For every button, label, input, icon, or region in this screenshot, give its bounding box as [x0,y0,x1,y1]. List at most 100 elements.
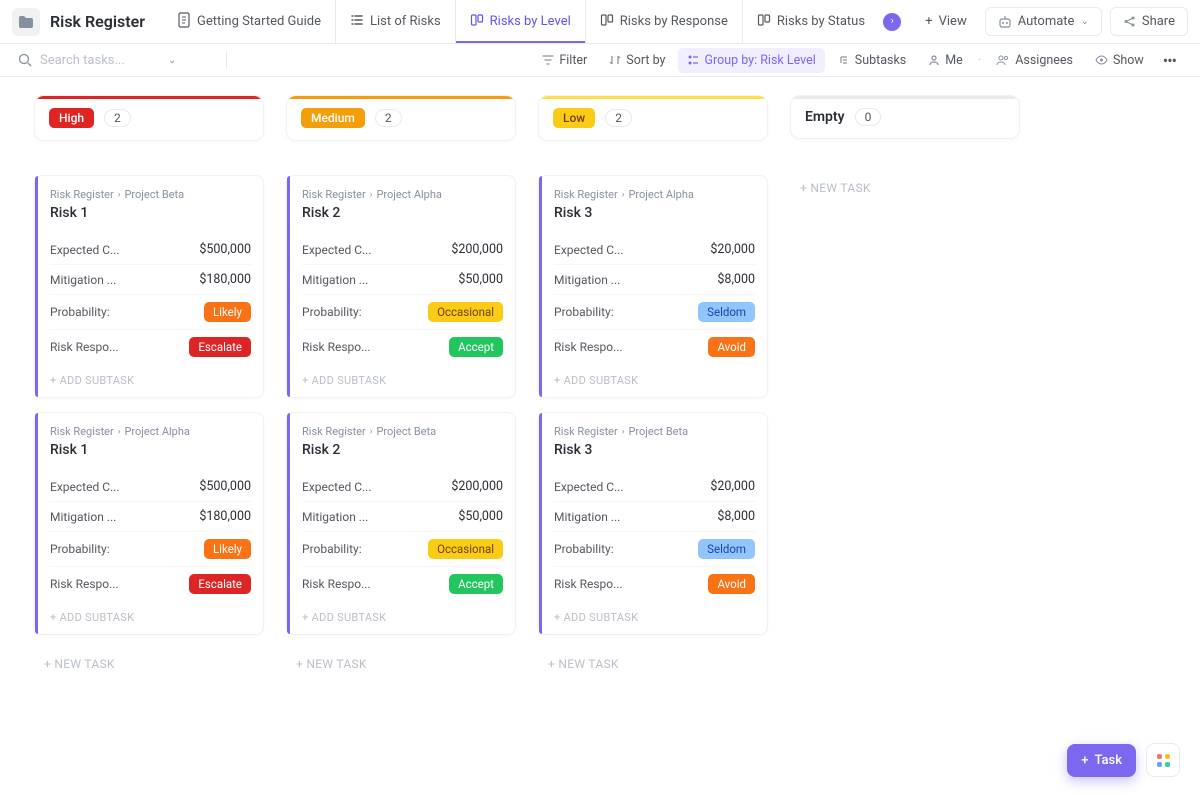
response-tag[interactable]: Avoid [708,574,755,594]
filter-button[interactable]: Filter [533,48,596,73]
field-expected-cost: Expected C...$500,000 [50,235,251,265]
group-by-button[interactable]: Group by: Risk Level [678,48,824,73]
new-task-button[interactable]: + NEW TASK [538,649,768,679]
share-icon [1123,15,1136,28]
add-view-label: View [939,14,967,29]
add-subtask-button[interactable]: + ADD SUBTASK [38,364,263,397]
status-pill: Medium [301,108,365,128]
probability-tag[interactable]: Occasional [428,302,503,322]
field-expected-cost: Expected C...$200,000 [302,235,503,265]
column-header[interactable]: High2 [34,95,264,141]
probability-tag[interactable]: Seldom [698,539,755,559]
status-label: Empty [805,109,845,125]
search-icon [18,53,32,67]
probability-tag[interactable]: Seldom [698,302,755,322]
view-tab-risks-by-response[interactable]: Risks by Response [585,0,742,43]
task-card[interactable]: Risk Register›Project AlphaRisk 3Expecte… [538,175,768,398]
breadcrumb[interactable]: Risk Register›Project Beta [302,425,503,438]
field-response: Risk Respo...Accept [302,330,503,364]
task-card[interactable]: Risk Register›Project AlphaRisk 1Expecte… [34,412,264,635]
add-subtask-button[interactable]: + ADD SUBTASK [290,601,515,634]
field-probability: Probability:Likely [50,295,251,330]
automate-label: Automate [1018,14,1075,29]
show-button[interactable]: Show [1086,48,1153,73]
add-view-button[interactable]: + View [915,8,977,35]
response-tag[interactable]: Avoid [708,337,755,357]
chevron-down-icon[interactable]: ⌄ [168,55,176,66]
status-pill: Low [553,108,595,128]
view-tab-list-of-risks[interactable]: List of Risks [335,0,455,43]
apps-button[interactable] [1146,743,1180,777]
view-tab-risks-by-status[interactable]: Risks by Status [742,0,877,43]
add-subtask-button[interactable]: + ADD SUBTASK [290,364,515,397]
field-mitigation: Mitigation ...$8,000 [554,502,755,532]
add-subtask-button[interactable]: + ADD SUBTASK [38,601,263,634]
me-button[interactable]: Me [919,48,972,73]
board-icon [757,13,771,31]
probability-tag[interactable]: Likely [204,539,251,559]
views-list: Getting Started Guide List of Risks Risks … [163,0,877,43]
column-high: High2Risk Register›Project BetaRisk 1Exp… [34,95,264,777]
subtasks-button[interactable]: Subtasks [829,48,915,73]
count-badge: 2 [104,109,131,127]
assignees-button[interactable]: Assignees [987,48,1082,73]
column-low: Low2 Risk Register›Project AlphaRisk 3Exp… [538,95,768,777]
task-card[interactable]: Risk Register›Project BetaRisk 1Expected… [34,175,264,398]
share-button[interactable]: Share [1110,7,1188,36]
breadcrumb[interactable]: Risk Register›Project Beta [50,188,251,201]
fab-task-label: Task [1094,753,1122,768]
field-mitigation: Mitigation ...$180,000 [50,502,251,532]
card-title: Risk 2 [302,205,503,221]
breadcrumb[interactable]: Risk Register›Project Beta [554,425,755,438]
apps-icon [1157,754,1170,767]
view-tab-label: List of Risks [370,14,441,29]
add-subtask-button[interactable]: + ADD SUBTASK [542,364,767,397]
probability-tag[interactable]: Likely [204,302,251,322]
field-response: Risk Respo...Avoid [554,330,755,364]
add-subtask-button[interactable]: + ADD SUBTASK [542,601,767,634]
task-card[interactable]: Risk Register›Project Alpha Risk 2 Expecte… [286,175,516,398]
field-probability: Probability:Occasional [302,295,503,330]
breadcrumb[interactable]: Risk Register›Project Alpha [302,188,503,201]
page-title[interactable]: Risk Register [50,12,145,31]
top-right-actions: + View Automate ⌄ Share [915,7,1188,36]
task-card[interactable]: Risk Register›Project BetaRisk 3Expected… [538,412,768,635]
response-tag[interactable]: Accept [449,574,503,594]
breadcrumb[interactable]: Risk Register›Project Alpha [50,425,251,438]
group-by-label: Group by: Risk Level [704,53,815,68]
folder-icon[interactable] [12,8,40,36]
count-badge: 2 [375,109,402,127]
new-task-button[interactable]: + NEW TASK [34,649,264,679]
response-tag[interactable]: Escalate [189,337,251,357]
search-input[interactable] [40,53,160,68]
view-tab-risks-by-level[interactable]: Risks by Level [455,0,585,43]
card-title: Risk 1 [50,442,251,458]
response-tag[interactable]: Escalate [189,574,251,594]
new-task-button[interactable]: + NEW TASK [790,173,1020,203]
card-title: Risk 2 [302,442,503,458]
field-response: Risk Respo...Escalate [50,330,251,364]
automate-button[interactable]: Automate ⌄ [985,7,1102,36]
field-mitigation: Mitigation ...$50,000 [302,502,503,532]
plus-icon: + [1081,753,1088,768]
field-mitigation: Mitigation ...$180,000 [50,265,251,295]
field-mitigation: Mitigation ...$50,000 [302,265,503,295]
share-label: Share [1142,14,1175,29]
filter-label: Filter [559,53,587,68]
more-menu[interactable]: ••• [1157,47,1182,74]
breadcrumb[interactable]: Risk Register›Project Alpha [554,188,755,201]
column-empty: Empty0 + NEW TASK [790,95,1020,777]
column-header[interactable]: Empty0 [790,95,1020,139]
field-probability: Probability:Likely [50,532,251,567]
column-header[interactable]: Low2 [538,95,768,141]
new-task-button[interactable]: + NEW TASK [286,649,516,679]
sort-button[interactable]: Sort by [600,48,674,73]
task-card[interactable]: Risk Register›Project BetaRisk 2Expected… [286,412,516,635]
column-header[interactable]: Medium 2 [286,95,516,141]
response-tag[interactable]: Accept [449,337,503,357]
view-tab-getting-started-guide[interactable]: Getting Started Guide [163,0,335,43]
board-icon [600,13,614,31]
views-scroll-right[interactable]: › [883,13,901,31]
new-task-fab[interactable]: + Task [1067,744,1136,777]
probability-tag[interactable]: Occasional [428,539,503,559]
